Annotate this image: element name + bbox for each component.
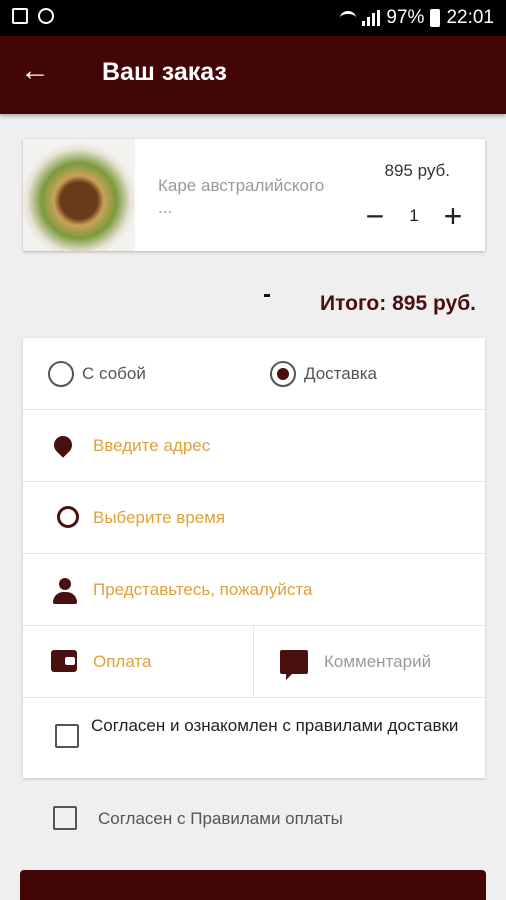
status-time: 22:01 [446,7,494,28]
payment-button[interactable]: Оплата [23,626,254,698]
signal-icon [362,10,381,26]
increment-button[interactable]: + [441,200,465,232]
agree-delivery-checkbox[interactable] [55,724,79,748]
comment-label: Комментарий [324,652,432,671]
address-placeholder: Введите адрес [93,436,211,455]
radio-takeaway[interactable]: С собой [48,361,146,387]
quantity-value: 1 [409,206,419,225]
order-form: С собой Доставка Введите адрес Выберите … [23,338,485,778]
clock-icon [51,506,79,530]
agree-delivery-text: Согласен и ознакомлен с правилами достав… [91,716,459,735]
wifi-icon [340,11,357,25]
location-pin-icon [50,432,76,458]
order-total: Итого: 895 руб. [320,292,476,315]
person-icon [51,578,77,604]
battery-icon [430,9,441,27]
radio-ring [48,361,74,387]
decrement-button[interactable]: − [363,200,387,232]
radio-label: С собой [82,364,146,383]
comment-button[interactable]: Комментарий [254,626,485,698]
comment-icon [280,650,308,680]
arrow-left-icon[interactable]: ← [20,56,50,86]
agree-payment-text: Согласен с Правилами оплаты [98,809,343,828]
name-placeholder: Представьтесь, пожалуйста [93,580,313,599]
product-name: Каре австралийского ... [158,176,325,217]
app-bar: ← Ваш заказ [0,36,506,114]
total-mark [264,294,270,297]
address-field[interactable]: Введите адрес [23,410,485,482]
delivery-options-row: С собой Доставка [23,338,485,410]
product-price: 895 руб. [384,161,450,180]
battery-percent: 97% [386,7,425,28]
radio-label: Доставка [304,364,378,383]
gallery-icon [12,8,28,24]
time-field[interactable]: Выберите время [23,482,485,554]
product-image [23,139,135,251]
notification-icon [38,8,54,24]
agree-delivery-row: Согласен и ознакомлен с правилами достав… [23,698,485,778]
agree-payment-checkbox[interactable] [53,806,77,830]
radio-ring-selected [270,361,296,387]
name-field[interactable]: Представьтесь, пожалуйста [23,554,485,626]
payment-comment-row: Оплата Комментарий [23,626,485,698]
status-bar: 97% 22:01 [0,0,506,36]
wallet-icon [51,650,77,674]
agree-payment-row: Согласен с Правилами оплаты [0,800,506,840]
payment-label: Оплата [93,652,152,671]
radio-delivery[interactable]: Доставка [270,361,377,387]
submit-order-button[interactable] [20,870,486,900]
cart-item: Каре австралийского ... 895 руб. − 1 + [23,139,485,251]
time-placeholder: Выберите время [93,508,226,527]
quantity-stepper: − 1 + [363,200,465,232]
page-title: Ваш заказ [102,58,227,86]
